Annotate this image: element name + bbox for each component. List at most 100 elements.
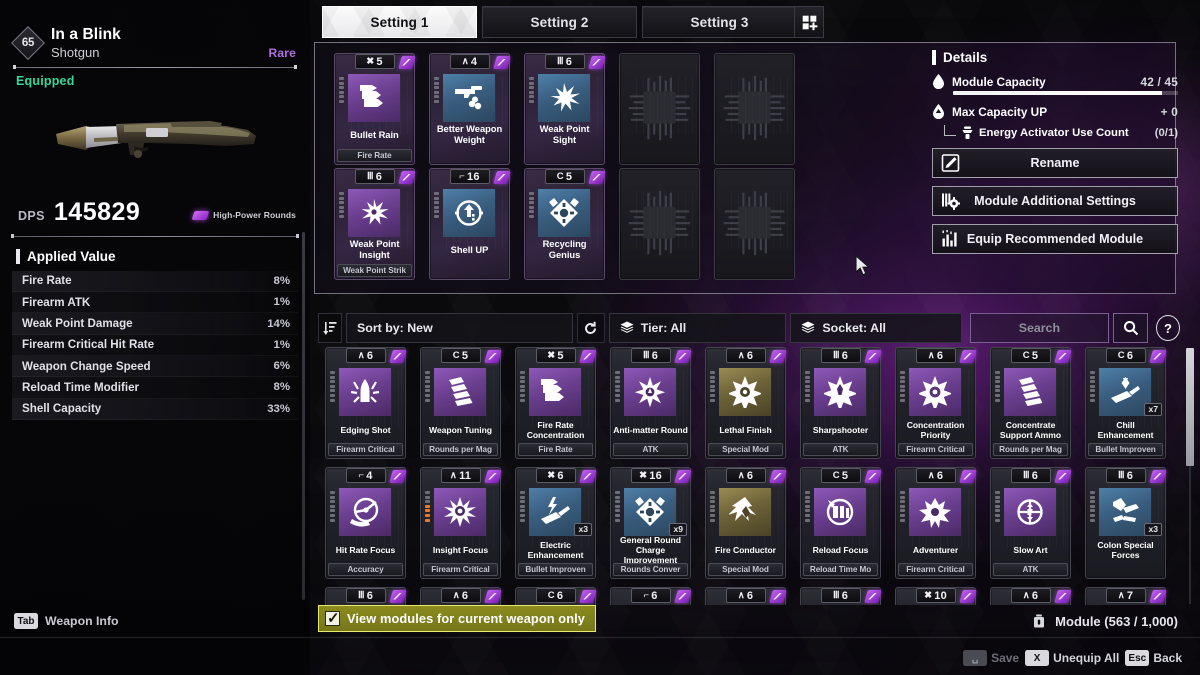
module-card[interactable]: Ⅲ 6 Sharpshooter ATK [800,347,882,459]
magnifier-icon [1123,321,1138,336]
module-name: Weapon Tuning [429,425,492,436]
module-card[interactable]: ⌐ 4 Hit Rate Focus Accuracy [325,467,407,579]
module-card[interactable]: Ⅲ 6 Anti-matter Round ATK [610,347,692,459]
module-socket-symbol: ✖ [366,55,375,67]
tab-setting-2[interactable]: Setting 2 [482,6,637,38]
module-slot-empty[interactable] [619,53,700,165]
module-tier-ticks [615,491,620,522]
refresh-filters-button[interactable] [577,313,605,343]
electric-blade-icon [541,497,570,524]
module-name: Fire Rate Concentration [526,420,585,440]
equip-recommended-module-button[interactable]: Equip Recommended Module [932,224,1178,254]
module-slot-empty[interactable] [714,53,795,165]
module-card[interactable]: Ⅲ 6 Weak Point Insight Weak Point Strik [334,168,416,280]
module-capacity-value: 42 / 45 [1140,74,1178,89]
module-artwork [909,488,961,536]
module-card[interactable]: ∧ 11 Insight Focus Firearm Critical [420,467,502,579]
module-card[interactable]: ∧ 4 Better Weapon Weight [429,53,511,165]
module-additional-settings-button[interactable]: Module Additional Settings [932,186,1178,216]
socket-filter-dropdown[interactable]: Socket: All [790,313,962,343]
module-card[interactable]: ✖ 16 x9 General Round Charge Improvement Rou… [610,467,692,579]
module-card[interactable]: ∧ 6 Lethal Finish Special Mod [705,347,787,459]
max-capacity-row: Max Capacity UP + 0 [932,104,1178,119]
add-preset-button[interactable] [794,6,824,38]
module-card[interactable]: C 5 Weapon Tuning Rounds per Mag [420,347,502,459]
module-slot-empty[interactable] [714,168,795,280]
footer-key-back[interactable]: Esc Back [1125,650,1182,666]
module-card[interactable]: ⌐ 6 [610,587,692,605]
module-card[interactable]: ∧ 6 [705,587,787,605]
module-card[interactable]: C6 [515,587,597,605]
module-card[interactable]: ∧ 6 Edging Shot Firearm Critical [325,347,407,459]
module-stack-count: x9 [669,523,687,536]
scrollbar-thumb[interactable] [1186,348,1194,466]
left-panel-scrollbar[interactable] [302,232,305,600]
module-card[interactable]: ∧ 6 Concentration Priority Firearm Critical [895,347,977,459]
module-card[interactable]: C 6 x7 Chill Enhancement Bullet Improven [1085,347,1167,459]
tab-setting-3[interactable]: Setting 3 [642,6,797,38]
module-level-value: 10 [934,589,947,602]
sort-direction-button[interactable] [318,313,342,343]
module-artwork [434,368,486,416]
module-artwork [339,488,391,536]
module-card[interactable]: ✖ 5 Fire Rate Concentration Fire Rate [515,347,597,459]
module-card[interactable]: Ⅲ 6 Weak Point Sight [524,53,606,165]
module-card[interactable]: C 5 Concentrate Support Ammo Rounds per Mag [990,347,1072,459]
module-card[interactable]: ∧ 7 [1085,587,1167,605]
tab-label: Setting 1 [370,14,429,30]
module-name: General Round Charge Improvement [620,535,681,565]
search-button[interactable] [1113,313,1149,343]
preset-tabs: Setting 1 Setting 2 Setting 3 [322,6,797,38]
module-card[interactable]: ∧ 6 [990,587,1072,605]
module-socket-symbol: C [547,589,555,601]
module-card[interactable]: ✖ 6 x3 Electric Enhancement Bullet Improven [515,467,597,579]
module-tier-ticks [330,491,335,522]
module-socket-symbol: Ⅲ [1117,469,1125,481]
module-tier-ticks [434,77,439,103]
footer-key-save[interactable]: ␣ Save [963,650,1019,666]
module-card[interactable]: ✖ 5 Bullet Rain Fire Rate [334,53,416,165]
module-card[interactable]: Ⅲ 6 Slow Art ATK [990,467,1072,579]
applied-value-title: Applied Value [27,248,116,264]
weapon-info-hint[interactable]: Tab Weapon Info [14,613,119,629]
module-type-label: Reload Time Mo [803,563,878,576]
module-card[interactable]: ∧ 6 Fire Conductor Special Mod [705,467,787,579]
bullets-icon [360,85,383,107]
tab-setting-1[interactable]: Setting 1 [322,6,477,38]
module-card[interactable]: ✖ 10 [895,587,977,605]
footer-key-unequip-all[interactable]: X Unequip All [1025,650,1119,666]
module-card[interactable]: ∧ 6 [420,587,502,605]
module-level-value: 6 [936,349,944,362]
key-label: Save [991,651,1020,665]
search-input[interactable]: Search [969,313,1110,343]
module-tier-ticks [339,77,344,103]
sharpshooter-icon [824,376,856,408]
sort-by-dropdown[interactable]: Sort by: New [345,313,574,343]
module-card[interactable]: C 5 Reload Focus Reload Time Mo [800,467,882,579]
module-card[interactable]: C 5 Recycling Genius [524,168,606,280]
help-button[interactable]: ? [1156,315,1180,341]
module-slot-empty[interactable] [619,168,700,280]
droplet-up-icon [932,104,945,119]
module-capacity-bar [953,91,1178,95]
module-name: Colon Special Forces [1097,540,1154,560]
module-card[interactable]: Ⅲ6 [800,587,882,605]
rename-button[interactable]: Rename [932,148,1178,178]
inventory-scrollbar[interactable] [1186,348,1194,604]
module-card[interactable]: ⌐ 16 Shell UP [429,168,511,280]
module-card[interactable]: Ⅲ 6 x3 Colon Special Forces [1085,467,1167,579]
module-card[interactable]: ∧ 6 Adventurer Firearm Critical [895,467,977,579]
module-name: Concentration Priority [906,420,965,440]
module-count-label: Module (563 / 1,000) [1055,613,1178,629]
refresh-icon [585,321,597,334]
energy-activator-icon [961,126,974,140]
module-type-label: Rounds Conver [613,563,688,576]
module-card[interactable]: Ⅲ6 [325,587,407,605]
weapon-rank-value: 65 [21,37,35,49]
module-tier-ticks [330,371,335,402]
tier-filter-dropdown[interactable]: Tier: All [608,313,787,343]
view-current-weapon-checkbox[interactable]: View modules for current weapon only [318,605,597,632]
ammo-type-label: High-Power Rounds [213,210,296,221]
tab-label: Setting 2 [530,14,589,30]
module-tier-ticks [339,192,344,218]
